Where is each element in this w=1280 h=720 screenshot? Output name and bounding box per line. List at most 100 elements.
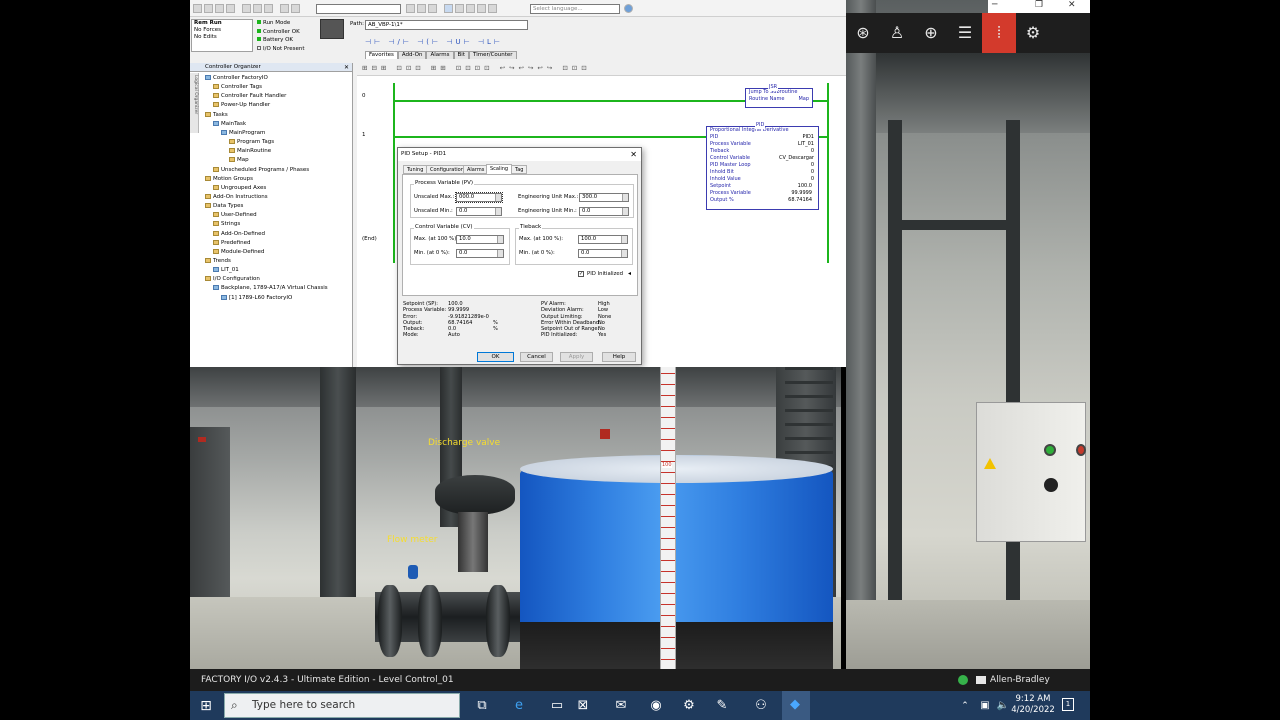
camera-orbit-icon[interactable]: ⊛ (846, 13, 880, 53)
globe-icon[interactable] (624, 4, 633, 13)
zoom-in-icon[interactable] (455, 4, 464, 13)
properties-icon[interactable] (477, 4, 486, 13)
tree-item[interactable]: Map (229, 156, 249, 164)
tab-scaling[interactable]: Scaling (486, 164, 513, 174)
rung-0[interactable]: 0 (362, 93, 366, 99)
tree-item[interactable]: Controller Tags (213, 83, 262, 91)
unscaled-min-input[interactable]: 0.0 (456, 207, 502, 216)
tree-item[interactable]: User-Defined (213, 211, 257, 219)
zoom-out-icon[interactable] (466, 4, 475, 13)
windows-start-icon[interactable]: ⊞ (195, 695, 217, 717)
flow-meter-sensor[interactable] (408, 565, 418, 579)
valve-actuator[interactable] (435, 475, 515, 515)
red-button[interactable] (1076, 444, 1086, 456)
tab-alarms[interactable]: Alarms (463, 165, 489, 174)
tree-item[interactable]: LIT_01 (213, 266, 239, 274)
language-select[interactable]: Select language... (530, 4, 620, 14)
tree-item[interactable]: Module-Defined (213, 248, 264, 256)
close-icon[interactable]: ✕ (630, 148, 637, 161)
cut-icon[interactable] (242, 4, 251, 13)
eu-min-input[interactable]: 0.0 (579, 207, 629, 216)
print-icon[interactable] (226, 4, 235, 13)
sensor-visibility-icon[interactable]: ⦙ (982, 13, 1016, 53)
green-button[interactable] (1044, 444, 1056, 456)
control-cabinet[interactable] (976, 402, 1086, 542)
tree-item[interactable]: I/O Configuration (205, 275, 260, 283)
tree-item[interactable]: Unscheduled Programs / Phases (213, 166, 309, 174)
tree-item[interactable]: [1] 1789-L60 FactoryIO (221, 294, 292, 302)
tree-item[interactable]: Motion Groups (205, 175, 253, 183)
tab-bit[interactable]: Bit (453, 51, 469, 59)
cancel-button[interactable]: Cancel (520, 352, 553, 362)
tree-item[interactable]: MainRoutine (229, 147, 271, 155)
tab-tag[interactable]: Tag (511, 165, 528, 174)
clock[interactable]: 9:12 AM 4/20/2022 (1010, 694, 1056, 716)
help-button[interactable]: Help (602, 352, 636, 362)
tree-item[interactable]: Add-On Instructions (205, 193, 268, 201)
tree-item[interactable]: Power-Up Handler (213, 101, 270, 109)
ok-button[interactable]: OK (477, 352, 514, 362)
tab-add-on[interactable]: Add-On (397, 51, 427, 59)
tree-item[interactable]: Ungrouped Axes (213, 184, 266, 192)
apply-button[interactable]: Apply (560, 352, 593, 362)
chevron-up-icon[interactable]: ⌃ (954, 695, 976, 717)
pid-block[interactable]: PID Proportional Integral Derivative PID… (706, 122, 819, 210)
tree-item[interactable]: MainProgram (221, 129, 265, 137)
tree-item[interactable]: Tasks (205, 111, 228, 119)
find-next-icon[interactable] (417, 4, 426, 13)
close-icon[interactable]: ✕ (1068, 0, 1076, 10)
jsr-block[interactable]: JSR Jump To Subroutine Routine Name Map (745, 84, 813, 108)
edge-icon[interactable]: e (508, 695, 530, 717)
app-icon-3[interactable]: ✎ (711, 695, 733, 717)
taskbar-search[interactable]: ⌕ Type here to search (224, 693, 460, 718)
select-icon[interactable] (444, 4, 453, 13)
tab-favorites[interactable]: Favorites (365, 51, 398, 59)
organizer-side-tab[interactable]: Logical Organizer (190, 73, 199, 133)
close-icon[interactable]: ✕ (344, 63, 349, 72)
list-icon[interactable]: ☰ (948, 13, 982, 53)
tree-item[interactable]: Program Tags (229, 138, 274, 146)
drivers-icon[interactable]: ⚙ (1016, 13, 1050, 53)
restore-icon[interactable]: ❐ (1035, 0, 1043, 10)
tree-item[interactable]: Trends (205, 257, 231, 265)
selector-switch[interactable] (1044, 478, 1058, 492)
unscaled-max-input[interactable]: 000.0 (455, 192, 503, 203)
factory-io-taskbar-item[interactable]: ◆ (782, 691, 810, 720)
tree-item[interactable]: Strings (213, 220, 240, 228)
copy-icon[interactable] (253, 4, 262, 13)
tree-item[interactable]: Controller Fault Handler (213, 92, 286, 100)
first-person-icon[interactable]: ♙ (880, 13, 914, 53)
mail-icon[interactable]: ✉ (610, 695, 632, 717)
app-icon-4[interactable]: ⚇ (750, 695, 772, 717)
find-icon[interactable] (406, 4, 415, 13)
tree-item[interactable]: Data Types (205, 202, 243, 210)
app-icon-1[interactable]: ◉ (645, 695, 667, 717)
tab-alarms[interactable]: Alarms (426, 51, 454, 59)
tab-timer-counter[interactable]: Timer/Counter (469, 51, 517, 59)
save-icon[interactable] (215, 4, 224, 13)
undo-icon[interactable] (280, 4, 289, 13)
verify-icon[interactable] (428, 4, 437, 13)
cv-min-input[interactable]: 0.0 (456, 249, 504, 258)
tree-item[interactable]: Predefined (213, 239, 250, 247)
tree-item[interactable]: Backplane, 1789-A17/A Virtual Chassis (213, 284, 328, 292)
pid-initialized-checkbox[interactable]: ✓ (578, 271, 584, 277)
tree-item[interactable]: Controller FactoryIO (205, 74, 268, 82)
water-tank[interactable] (520, 455, 833, 645)
minimize-icon[interactable]: ─ (992, 0, 997, 10)
new-icon[interactable] (193, 4, 202, 13)
open-icon[interactable] (204, 4, 213, 13)
task-view-icon[interactable]: ⧉ (471, 695, 493, 717)
cv-max-input[interactable]: 10.0 (456, 235, 504, 244)
store-icon[interactable]: ⊠ (572, 695, 594, 717)
target-icon[interactable]: ⊕ (914, 13, 948, 53)
tree-item[interactable]: MainTask (213, 120, 246, 128)
file-explorer-icon[interactable]: ▭ (546, 695, 568, 717)
help-icon[interactable] (488, 4, 497, 13)
search-combo[interactable] (316, 4, 401, 14)
eu-max-input[interactable]: 300.0 (579, 193, 629, 202)
rung-1[interactable]: 1 (362, 132, 366, 138)
tb-max-input[interactable]: 100.0 (578, 235, 628, 244)
path-select[interactable]: AB_VBP-1\1* (365, 20, 528, 30)
tab-tuning[interactable]: Tuning (403, 165, 428, 174)
